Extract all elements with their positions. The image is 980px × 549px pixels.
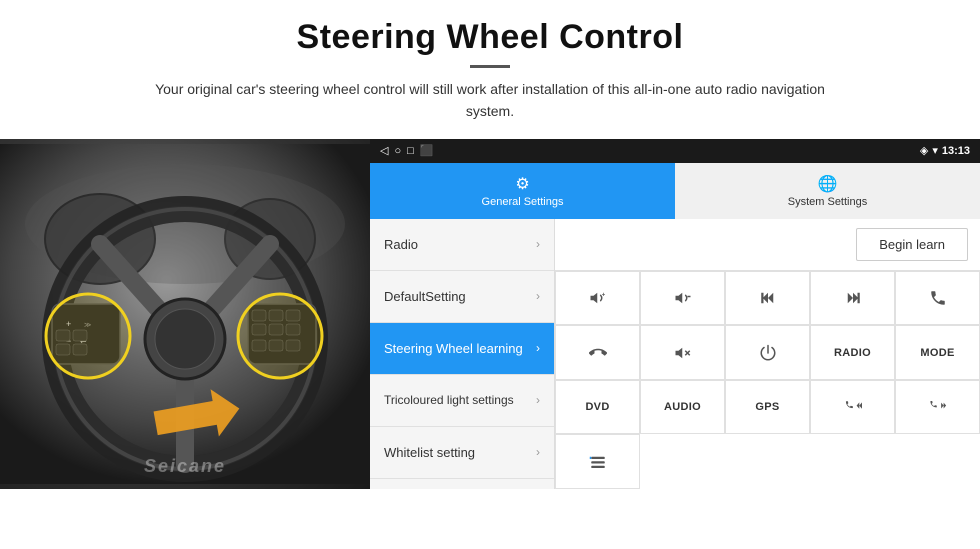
mode-label: MODE <box>920 347 954 359</box>
screenshot-icon[interactable]: ⬛ <box>420 144 434 157</box>
android-statusbar: ◁ ○ □ ⬛ ◈ ▾ 13:13 <box>370 139 980 163</box>
menu-tricoloured-label: Tricoloured light settings <box>384 393 514 407</box>
hang-up-button[interactable] <box>555 325 640 380</box>
controls-grid: + <box>555 271 980 489</box>
menu-radio-label: Radio <box>384 237 418 252</box>
menu-left: Radio › DefaultSetting › Steering Wheel … <box>370 219 555 489</box>
steering-wheel-svg: + ≫ − ↩ <box>0 139 370 489</box>
phone-button[interactable] <box>895 271 980 326</box>
home-icon[interactable]: ○ <box>394 145 401 157</box>
power-button[interactable] <box>725 325 810 380</box>
vol-up-button[interactable]: + <box>555 271 640 326</box>
tel-prev-button[interactable] <box>810 380 895 435</box>
audio-text-button[interactable]: AUDIO <box>640 380 725 435</box>
audio-label: AUDIO <box>664 401 701 413</box>
menu-whitelist-label: Whitelist setting <box>384 445 475 460</box>
recents-icon[interactable]: □ <box>407 145 414 157</box>
vol-up-icon: + <box>589 289 607 307</box>
prev-track-button[interactable] <box>725 271 810 326</box>
svg-text:+: + <box>601 293 605 299</box>
globe-icon: 🌐 <box>818 174 838 194</box>
gps-text-button[interactable]: GPS <box>725 380 810 435</box>
title-divider <box>470 65 510 68</box>
radio-label: RADIO <box>834 347 871 359</box>
mode-text-button[interactable]: MODE <box>895 325 980 380</box>
menu-list: Radio › DefaultSetting › Steering Wheel … <box>370 219 980 489</box>
radio-text-button[interactable]: RADIO <box>810 325 895 380</box>
menu-steering-label: Steering Wheel learning <box>384 341 523 356</box>
mute-button[interactable] <box>640 325 725 380</box>
header-section: Steering Wheel Control Your original car… <box>0 0 980 133</box>
tab-system[interactable]: 🌐 System Settings <box>675 163 980 219</box>
dvd-text-button[interactable]: DVD <box>555 380 640 435</box>
tel-prev-icon <box>844 398 862 416</box>
begin-learn-button[interactable]: Begin learn <box>856 228 968 261</box>
location-icon: ◈ <box>920 144 928 157</box>
chevron-icon: › <box>536 237 540 251</box>
wifi-icon: ▾ <box>932 144 938 157</box>
subtitle: Your original car's steering wheel contr… <box>140 78 840 123</box>
android-ui-panel: ◁ ○ □ ⬛ ◈ ▾ 13:13 ⚙ General Settings <box>370 139 980 489</box>
menu-item-tricoloured[interactable]: Tricoloured light settings › <box>370 375 554 427</box>
menu-item-steering[interactable]: Steering Wheel learning › <box>370 323 554 375</box>
page-wrapper: Steering Wheel Control Your original car… <box>0 0 980 549</box>
tab-system-label: System Settings <box>788 196 867 208</box>
next-track-button[interactable] <box>810 271 895 326</box>
tab-general-label: General Settings <box>482 196 564 208</box>
hang-up-icon <box>589 344 607 362</box>
nav-icons: ◁ ○ □ ⬛ <box>380 144 433 157</box>
vol-down-icon <box>674 289 692 307</box>
controls-top: Begin learn <box>555 219 980 271</box>
content-section: + ≫ − ↩ <box>0 139 980 489</box>
menu-default-label: DefaultSetting <box>384 289 466 304</box>
watermark: Seicane <box>144 456 226 477</box>
page-title: Steering Wheel Control <box>60 18 920 57</box>
mute-icon <box>674 344 692 362</box>
phone-icon <box>929 289 947 307</box>
power-icon <box>759 344 777 362</box>
list-icon <box>589 453 607 471</box>
gear-icon: ⚙ <box>515 174 529 194</box>
status-time: 13:13 <box>942 145 970 157</box>
status-right: ◈ ▾ 13:13 <box>920 144 970 157</box>
menu-item-default[interactable]: DefaultSetting › <box>370 271 554 323</box>
chevron-icon: › <box>536 289 540 303</box>
image-background: + ≫ − ↩ <box>0 139 370 489</box>
gps-label: GPS <box>755 401 779 413</box>
chevron-icon: › <box>536 445 540 459</box>
steering-wheel-image: + ≫ − ↩ <box>0 139 370 489</box>
menu-item-radio[interactable]: Radio › <box>370 219 554 271</box>
menu-item-whitelist[interactable]: Whitelist setting › <box>370 427 554 479</box>
vol-down-button[interactable] <box>640 271 725 326</box>
dvd-label: DVD <box>585 401 609 413</box>
tel-next-icon <box>929 398 947 416</box>
back-icon[interactable]: ◁ <box>380 144 388 157</box>
chevron-icon: › <box>536 393 540 407</box>
next-icon <box>844 289 862 307</box>
tab-general[interactable]: ⚙ General Settings <box>370 163 675 219</box>
chevron-icon: › <box>536 341 540 355</box>
tab-bar: ⚙ General Settings 🌐 System Settings <box>370 163 980 219</box>
tel-next-button[interactable] <box>895 380 980 435</box>
menu-right: Begin learn + <box>555 219 980 489</box>
prev-icon <box>759 289 777 307</box>
list-button[interactable] <box>555 434 640 489</box>
